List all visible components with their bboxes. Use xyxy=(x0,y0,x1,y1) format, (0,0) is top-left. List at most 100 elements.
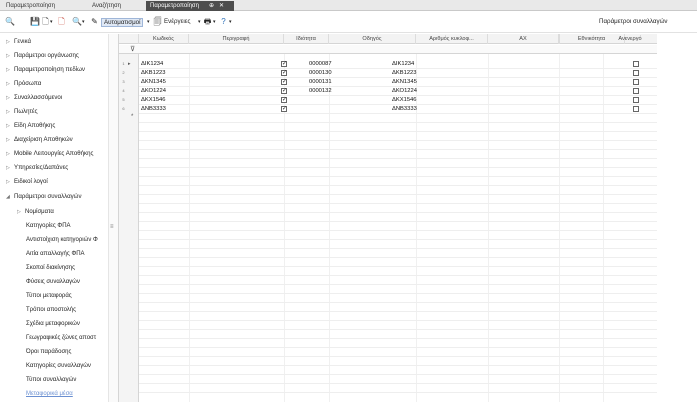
new-document-icon[interactable]: 🗋 xyxy=(41,17,50,27)
cell-code[interactable]: ΔΝΒ3333 xyxy=(141,105,187,113)
sidebar-item-synallassomenoi[interactable]: ▷ Συναλλασσόμενοι xyxy=(0,92,107,104)
actions-button[interactable]: Ενέργειες xyxy=(164,17,190,27)
print-icon[interactable]: 🖶 xyxy=(203,17,212,27)
sidebar-item-label: Ειδικοί λογοί xyxy=(14,178,48,185)
sidebar-subitem[interactable]: Σκοποί διακίνησης xyxy=(26,262,107,274)
sidebar-subitem[interactable]: Σχέδια μεταφορικών xyxy=(26,318,107,330)
sidebar-subitem-metaforika-mesa[interactable]: Μεταφορικά μέσα xyxy=(26,388,107,400)
property-checkbox[interactable] xyxy=(281,60,287,67)
cell-code[interactable]: ΔΚΝ1345 xyxy=(141,78,187,86)
sidebar-subitem[interactable]: Αιτία απαλλαγής ΦΠΑ xyxy=(26,248,107,260)
sidebar-item-diaxeirisi-apothikon[interactable]: ▷ Διαχείριση Αποθηκών xyxy=(0,134,107,146)
chevron-right-icon: ▷ xyxy=(6,137,10,143)
save-icon[interactable]: 💾 xyxy=(30,17,40,27)
sidebar-subitem[interactable]: Όροι παράδοσης xyxy=(26,346,107,358)
cell-code[interactable]: ΔΙΚ1234 xyxy=(141,60,187,68)
filter-row[interactable]: ⊽ xyxy=(119,45,658,54)
sidebar-item-eidikoi-logoi[interactable]: ▷ Ειδικοί λογοί xyxy=(0,176,107,188)
sidebar-subitem[interactable]: Κατηγορίες ΦΠΑ xyxy=(26,220,107,232)
cell-plate[interactable]: ΔΚΟ1224 xyxy=(392,87,462,95)
chevron-down-icon[interactable]: ▾ xyxy=(82,17,85,27)
sidebar-item-label: Παράμετροι συναλλαγών xyxy=(14,193,82,200)
cell-driver[interactable]: 0000087 xyxy=(309,60,389,68)
table-row[interactable]: 3 ΔΚΝ1345 0000131 ΔΚΝ1345 xyxy=(119,78,658,86)
sidebar-subitem[interactable]: Τρόποι αποστολής xyxy=(26,304,107,316)
property-checkbox[interactable] xyxy=(281,96,287,103)
chevron-down-icon[interactable]: ▾ xyxy=(50,17,53,27)
close-icon[interactable]: ✕ xyxy=(219,1,224,11)
delete-document-icon[interactable]: 🗋 xyxy=(57,17,66,27)
sidebar-item-prosopa[interactable]: ▷ Πρόσωπα xyxy=(0,78,107,90)
cell-plate[interactable]: ΔΝΒ3333 xyxy=(392,105,462,113)
cell-plate[interactable]: ΔΚΝ1345 xyxy=(392,78,462,86)
find-icon[interactable]: 🔍 xyxy=(72,17,82,27)
tab-parametropoihsh-1[interactable]: Παραμετροποίηση xyxy=(2,1,84,11)
chevron-down-icon[interactable]: ▾ xyxy=(198,17,201,27)
property-checkbox[interactable] xyxy=(281,78,287,85)
cell-code[interactable]: ΔΚΟ1224 xyxy=(141,87,187,95)
cell-driver[interactable]: 0000131 xyxy=(309,78,389,86)
sidebar-item-label: Γενικά xyxy=(14,38,31,45)
sidebar-item-parametropoihsh-pedion[interactable]: ▷ Παραμετροποίηση πεδίων xyxy=(0,64,107,76)
cell-plate[interactable]: ΔΚΧ1546 xyxy=(392,96,462,104)
table-row[interactable]: 2 ΔΚΒ1223 0000130 ΔΚΒ1223 xyxy=(119,69,658,77)
sidebar-subitem[interactable]: Γεωγραφικές ζώνες αποστ xyxy=(26,332,107,344)
inactive-checkbox[interactable] xyxy=(633,70,639,76)
chevron-down-icon[interactable]: ▾ xyxy=(229,17,232,27)
table-row[interactable]: 6 ΔΝΒ3333 ΔΝΒ3333 xyxy=(119,105,658,113)
sidebar-subitem[interactable]: Τύποι μεταφοράς xyxy=(26,290,107,302)
table-row[interactable]: 1 ▸ ΔΙΚ1234 0000087 ΔΙΚ1234 xyxy=(119,60,658,68)
grip-icon[interactable]: ≡ xyxy=(110,224,114,230)
sidebar-item-genika[interactable]: ▷ Γενικά xyxy=(0,36,107,48)
inactive-checkbox[interactable] xyxy=(633,97,639,103)
cell-code[interactable]: ΔΚΒ1223 xyxy=(141,69,187,77)
chevron-down-icon[interactable]: ▾ xyxy=(213,17,216,27)
col-header-property[interactable]: Ιδιότητα xyxy=(284,34,329,44)
property-checkbox[interactable] xyxy=(281,87,287,94)
sidebar-subitem-nomismata[interactable]: ▷ Νομίσματα xyxy=(15,206,107,218)
sidebar-item-mobile-leitourgies[interactable]: ▷ Mobile Λειτουργίες Αποθήκης xyxy=(0,148,107,160)
inactive-checkbox[interactable] xyxy=(633,61,639,67)
tab-anazhthsh[interactable]: Αναζήτηση xyxy=(88,1,146,11)
cell-driver[interactable]: 0000132 xyxy=(309,87,389,95)
sidebar-item-parametroi-organosis[interactable]: ▷ Παράμετροι οργάνωσης xyxy=(0,50,107,62)
sidebar-subitem[interactable]: Τύποι συναλλαγών xyxy=(26,374,107,386)
chevron-right-icon: ▷ xyxy=(6,123,10,129)
search-icon[interactable]: 🔍 xyxy=(5,17,15,27)
pin-icon[interactable]: ⊕ xyxy=(209,1,214,11)
sidebar-subitem[interactable]: Φύσεις συναλλαγών xyxy=(26,276,107,288)
cell-driver[interactable]: 0000130 xyxy=(309,69,389,77)
cell-code[interactable]: ΔΚΧ1546 xyxy=(141,96,187,104)
sidebar-item-eidi-apothikis[interactable]: ▷ Είδη Αποθήκης xyxy=(0,120,107,132)
inactive-checkbox[interactable] xyxy=(633,106,639,112)
cell-plate[interactable]: ΔΚΒ1223 xyxy=(392,69,462,77)
new-row[interactable]: * xyxy=(119,114,658,122)
sidebar-splitter[interactable] xyxy=(108,34,118,402)
col-header-inactive[interactable]: Ανενεργό xyxy=(603,34,658,44)
col-header-plate[interactable]: Αριθμός κυκλοφ... xyxy=(416,34,488,44)
chevron-down-icon[interactable]: ▾ xyxy=(147,17,150,27)
sidebar-subitem[interactable]: Κατηγορίες συναλλαγών xyxy=(26,360,107,372)
help-icon[interactable]: ? xyxy=(219,17,228,27)
property-checkbox[interactable] xyxy=(281,69,287,76)
inactive-checkbox[interactable] xyxy=(633,79,639,85)
table-row[interactable]: 5 ΔΚΧ1546 ΔΚΧ1546 xyxy=(119,96,658,104)
sidebar-item-parametroi-synallagon[interactable]: ◢ Παράμετροι συναλλαγών xyxy=(0,191,107,203)
inactive-checkbox[interactable] xyxy=(633,88,639,94)
row-line xyxy=(139,329,658,330)
col-header-driver[interactable]: Οδηγός xyxy=(329,34,416,44)
automations-button[interactable]: Αυτοματισμοί xyxy=(101,18,144,27)
sidebar-subitem[interactable]: Αντιστοίχιση κατηγοριών Φ xyxy=(26,234,107,246)
row-line xyxy=(139,275,658,276)
filter-icon[interactable]: ⊽ xyxy=(130,45,135,53)
grid-header: Κωδικός Περιγραφή Ιδιότητα Οδηγός Αριθμό… xyxy=(119,34,658,44)
property-checkbox[interactable] xyxy=(281,105,287,112)
cell-plate[interactable]: ΔΙΚ1234 xyxy=(392,60,462,68)
col-header-ax[interactable]: ΑΧ xyxy=(488,34,559,44)
sidebar-item-ypiresies-dapanes[interactable]: ▷ Υπηρεσίες/Δαπάνες xyxy=(0,162,107,174)
sidebar-item-polhtes[interactable]: ▷ Πωλητές xyxy=(0,106,107,118)
col-header-description[interactable]: Περιγραφή xyxy=(189,34,284,44)
table-row[interactable]: 4 ΔΚΟ1224 0000132 ΔΚΟ1224 xyxy=(119,87,658,95)
col-header-code[interactable]: Κωδικός xyxy=(139,34,189,44)
tab-parametropoihsh-active[interactable]: Παραμετροποίηση ⊕ ✕ xyxy=(146,1,234,11)
